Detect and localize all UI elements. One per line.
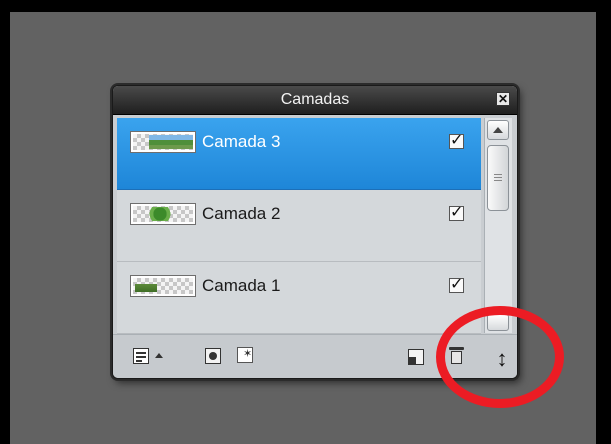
layer-thumbnail	[131, 132, 195, 152]
panel-title: Camadas	[280, 91, 350, 108]
layer-thumbnail	[131, 204, 195, 224]
layers-list: Camada 3 ✓ Camada 2 ✓ Camada 1 ✓	[117, 118, 481, 334]
effects-icon[interactable]: ✶	[237, 347, 253, 363]
close-icon[interactable]: ✕	[496, 92, 510, 106]
highlight-circle	[436, 306, 564, 408]
layer-row-camada-3[interactable]: Camada 3 ✓	[117, 118, 481, 190]
layer-row-camada-1[interactable]: Camada 1 ✓	[117, 262, 481, 334]
mask-icon[interactable]	[205, 348, 221, 364]
visibility-checkbox[interactable]: ✓	[449, 277, 464, 293]
visibility-checkbox[interactable]: ✓	[449, 205, 464, 221]
layer-name: Camada 3	[202, 132, 281, 151]
layer-options-icon[interactable]	[133, 348, 149, 364]
layer-name: Camada 1	[202, 276, 281, 295]
panel-titlebar[interactable]: Camadas ✕	[113, 86, 517, 115]
layer-thumbnail	[131, 276, 195, 296]
layer-row-camada-2[interactable]: Camada 2 ✓	[117, 190, 481, 262]
scroll-thumb[interactable]	[487, 145, 509, 211]
chevron-up-icon	[493, 127, 503, 133]
layer-name: Camada 2	[202, 204, 281, 223]
chevron-up-icon[interactable]	[155, 353, 163, 358]
scroll-up-button[interactable]	[487, 120, 509, 140]
new-layer-icon[interactable]	[408, 349, 424, 365]
visibility-checkbox[interactable]: ✓	[449, 133, 464, 149]
layers-scrollbar[interactable]	[484, 118, 512, 333]
